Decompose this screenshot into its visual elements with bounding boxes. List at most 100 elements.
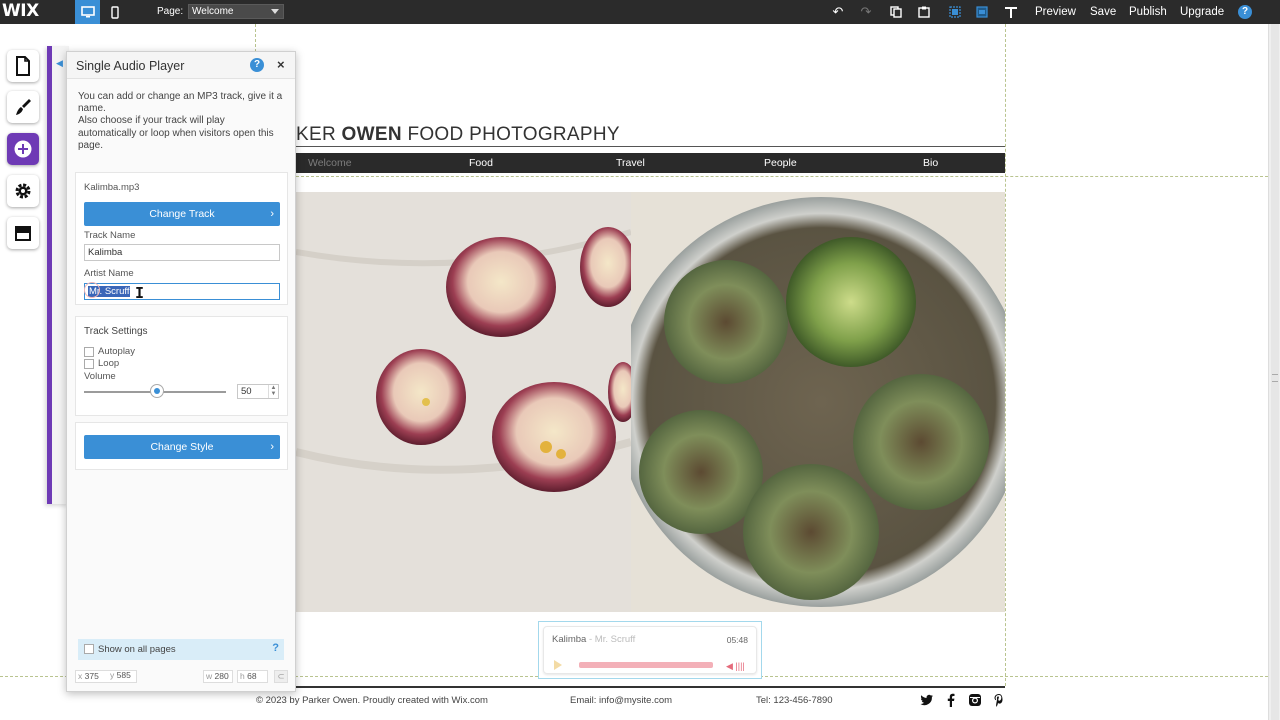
copy-button[interactable] — [887, 3, 905, 21]
audio-player-inner: Kalimba - Mr. Scruff 05:48 ◀ |||| — [543, 626, 757, 674]
scrollbar-thumb[interactable] — [1271, 24, 1279, 720]
footer-copyright: © 2023 by Parker Owen. Proudly created w… — [256, 695, 488, 706]
nav-bio[interactable]: Bio — [923, 157, 938, 169]
volume-icon[interactable]: ◀ |||| — [726, 661, 745, 672]
track-file-name: Kalimba.mp3 — [84, 182, 140, 193]
volume-number-input[interactable]: 50 ▲ ▼ — [237, 384, 279, 399]
volume-value: 50 — [241, 386, 252, 397]
autoplay-label: Autoplay — [98, 346, 135, 357]
pinterest-icon[interactable] — [991, 692, 1007, 708]
copy-icon — [890, 6, 902, 18]
pages-button[interactable] — [7, 50, 39, 82]
nav-travel[interactable]: Travel — [616, 157, 645, 169]
artist-name-input[interactable]: Mr. Scruff — [84, 283, 280, 300]
show-on-all-pages-checkbox[interactable] — [84, 644, 94, 654]
instagram-icon[interactable] — [967, 692, 983, 708]
layers-button[interactable] — [973, 3, 991, 21]
mobile-icon — [111, 5, 119, 19]
help-button[interactable]: ? — [1238, 5, 1252, 19]
site-title-bold: OWEN — [341, 124, 402, 145]
show-on-all-help-icon[interactable]: ? — [272, 642, 279, 654]
track-settings-label: Track Settings — [84, 326, 148, 337]
panel-close-button[interactable]: × — [277, 57, 285, 72]
page-label: Page: — [157, 6, 184, 17]
redo-icon: ↷ — [860, 4, 872, 19]
w-value: 280 — [214, 671, 229, 681]
save-button[interactable]: Save — [1090, 6, 1116, 18]
footer-tel: Tel: 123-456-7890 — [756, 695, 833, 706]
change-track-label: Change Track — [149, 208, 215, 220]
facebook-icon[interactable] — [943, 692, 959, 708]
passion-fruit-image — [296, 192, 631, 612]
photo-passion-fruit[interactable] — [296, 192, 631, 612]
page-scrollbar[interactable] — [1268, 24, 1280, 720]
show-on-all-pages-row[interactable]: Show on all pages ? — [78, 639, 284, 660]
app-market-button[interactable] — [7, 217, 39, 249]
player-track-info: Kalimba - Mr. Scruff — [552, 634, 635, 645]
photo-artichokes[interactable] — [631, 192, 1005, 612]
show-on-all-pages-label: Show on all pages — [98, 644, 176, 655]
height-field[interactable]: h 68 — [237, 670, 268, 683]
nav-welcome[interactable]: Welcome — [308, 157, 352, 169]
h-value: 68 — [247, 671, 257, 681]
undo-button[interactable]: ↶ — [829, 3, 847, 21]
player-track-name: Kalimba — [552, 634, 587, 645]
track-settings-box: Track Settings Autoplay Loop Volume 50 ▲… — [75, 316, 288, 416]
snap-to-grid-button[interactable] — [946, 3, 964, 21]
mobile-view-button[interactable] — [104, 0, 126, 24]
panel-help-button[interactable]: ? — [250, 58, 264, 72]
twitter-icon[interactable] — [919, 692, 935, 708]
add-button[interactable] — [7, 133, 39, 165]
paste-button[interactable] — [915, 3, 933, 21]
plus-circle-icon — [14, 140, 32, 158]
desktop-view-button[interactable] — [75, 0, 100, 24]
track-name-label: Track Name — [84, 230, 136, 241]
nav-people[interactable]: People — [764, 157, 797, 169]
panel-intro-text: You can add or change an MP3 track, give… — [78, 91, 283, 151]
play-icon[interactable] — [554, 660, 562, 670]
audio-player-widget[interactable]: Kalimba - Mr. Scruff 05:48 ◀ |||| — [538, 621, 762, 679]
stepper-arrows-icon[interactable]: ▲ ▼ — [268, 385, 278, 398]
click-ripple — [84, 282, 100, 298]
loop-checkbox[interactable] — [84, 359, 94, 369]
guide-right — [1005, 24, 1006, 686]
change-style-label: Change Style — [150, 441, 214, 453]
footer-divider — [255, 686, 1005, 688]
scrollbar-grip — [1272, 374, 1278, 382]
footer-email: Email: info@mysite.com — [570, 695, 673, 706]
track-box: Kalimba.mp3 Change Track › Track Name Ka… — [75, 172, 288, 305]
publish-button[interactable]: Publish — [1129, 6, 1167, 18]
y-position-field[interactable]: y 585 — [108, 670, 138, 683]
autoplay-checkbox[interactable] — [84, 347, 94, 357]
w-label: w — [206, 671, 213, 681]
rulers-button[interactable] — [1002, 3, 1020, 21]
site-title-end: FOOD PHOTOGRAPHY — [401, 124, 620, 145]
y-value: 585 — [116, 670, 131, 680]
style-box: Change Style › — [75, 422, 288, 470]
preview-button[interactable]: Preview — [1035, 6, 1076, 18]
change-track-button[interactable]: Change Track › — [84, 202, 280, 226]
width-field[interactable]: w 280 — [203, 670, 233, 683]
settings-button[interactable] — [7, 175, 39, 207]
text-cursor-icon: I — [135, 284, 145, 302]
track-name-input[interactable]: Kalimba — [84, 244, 280, 261]
lock-proportions-button[interactable]: ⊂ — [274, 670, 288, 683]
change-style-button[interactable]: Change Style › — [84, 435, 280, 459]
chevron-left-icon[interactable]: ◀ — [56, 58, 63, 69]
page-select[interactable]: Welcome — [188, 4, 284, 19]
volume-slider-handle[interactable] — [150, 384, 164, 398]
upgrade-button[interactable]: Upgrade — [1180, 6, 1224, 18]
nav-food[interactable]: Food — [469, 157, 493, 169]
link-icon: ⊂ — [277, 671, 285, 681]
wix-logo: WIX — [2, 1, 39, 21]
chevron-right-icon: › — [270, 208, 274, 220]
ruler-icon — [1005, 7, 1017, 18]
player-progress-bar[interactable] — [579, 662, 713, 668]
h-label: h — [240, 671, 245, 681]
y-label: y — [110, 670, 115, 680]
redo-button[interactable]: ↷ — [857, 3, 875, 21]
audio-player-settings-panel: Single Audio Player ? × You can add or c… — [66, 51, 296, 692]
page-select-value: Welcome — [192, 6, 234, 17]
design-button[interactable] — [7, 91, 39, 123]
layers-icon — [976, 6, 988, 18]
